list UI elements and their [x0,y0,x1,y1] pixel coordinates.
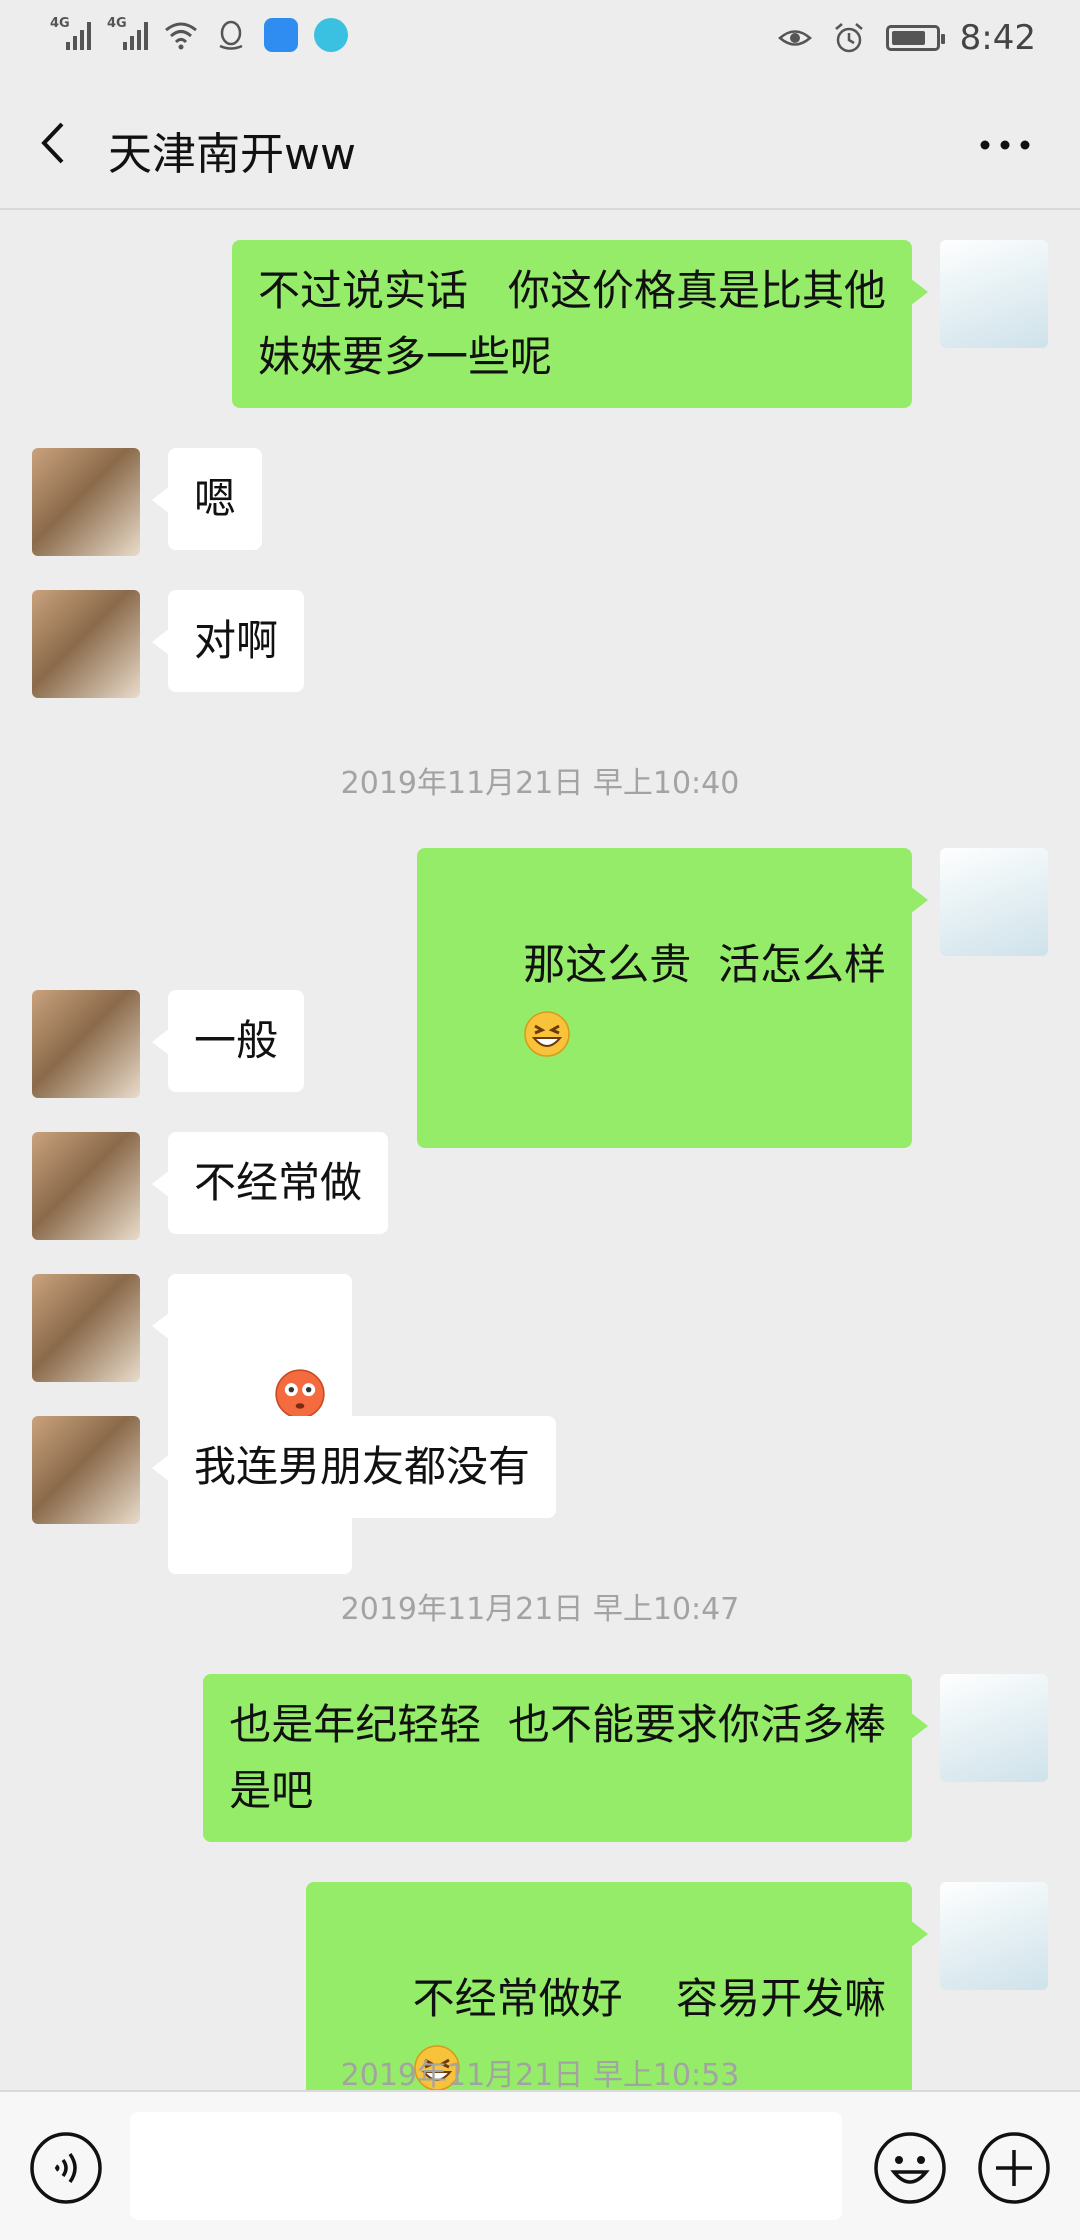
message-timestamp: 2019年11月21日 早上10:40 [340,766,740,801]
message-bubble[interactable]: 不经常做 [151,1132,389,1234]
message-timestamp: 2019年11月21日 早上10:53 [340,2058,740,2090]
plus-icon[interactable] [976,2130,1052,2206]
more-options-icon[interactable] [970,120,1040,170]
contact-avatar[interactable] [32,1416,140,1524]
battery-level [891,31,926,45]
message-bubble[interactable]: 也是年纪轻轻 也不能要求你活多棒 是吧 [203,1674,928,1842]
message-bubble[interactable]: 对啊 [151,590,305,692]
contact-avatar[interactable] [32,1274,140,1382]
app-notification-icon [264,18,298,52]
message-bubble[interactable]: 嗯 [151,448,263,550]
alarm-icon [834,23,863,53]
message-bubble[interactable]: 不过说实话 你这价格真是比其他 妹妹要多一些呢 [231,240,929,408]
message-text: 那这么贵 活怎么样 [523,940,886,989]
smiley-icon[interactable] [872,2130,948,2206]
self-avatar[interactable] [940,240,1048,348]
eye-comfort-icon [777,30,812,46]
grin-squint-emoji-icon [524,1010,571,1057]
self-avatar[interactable] [940,1882,1048,1990]
contact-avatar[interactable] [32,590,140,698]
input-bar [0,2090,1080,2240]
status-bar: 4G 4G 8:42 [0,0,1080,80]
back-arrow-icon[interactable] [30,118,80,168]
message-timestamp: 2019年11月21日 早上10:47 [340,1592,740,1627]
network-type-label: 4G [50,16,70,31]
message-text: 不经常做好 容易开发嘛 [412,1974,886,2023]
app-notification-icon-2 [314,18,348,52]
contact-avatar[interactable] [32,990,140,1098]
contact-avatar[interactable] [32,1132,140,1240]
message-bubble[interactable]: 一般 [151,990,305,1092]
chat-header: 天津南开ww [0,80,1080,210]
signal-icon-2: 4G [107,16,148,50]
qq-penguin-icon [219,20,243,50]
message-bubble[interactable]: 我连男朋友都没有 [151,1416,557,1518]
network-type-label-2: 4G [107,16,127,31]
message-list[interactable]: 不过说实话 你这价格真是比其他 妹妹要多一些呢 嗯 对啊 2019年11月21日… [0,210,1080,2090]
self-avatar[interactable] [940,1674,1048,1782]
wifi-icon [165,22,197,50]
voice-icon[interactable] [28,2130,104,2206]
flushed-face-emoji-icon [275,1368,325,1419]
contact-avatar[interactable] [32,448,140,556]
self-avatar[interactable] [940,848,1048,956]
status-left: 4G 4G [50,16,348,52]
signal-icon: 4G [50,16,91,50]
battery-icon [885,25,945,51]
message-input[interactable] [130,2112,842,2220]
message-bubble[interactable]: 那这么贵 活怎么样 [417,848,928,1148]
chat-title: 天津南开ww [108,129,356,180]
status-time: 8:42 [959,18,1036,58]
status-right: 8:42 [777,18,1036,58]
